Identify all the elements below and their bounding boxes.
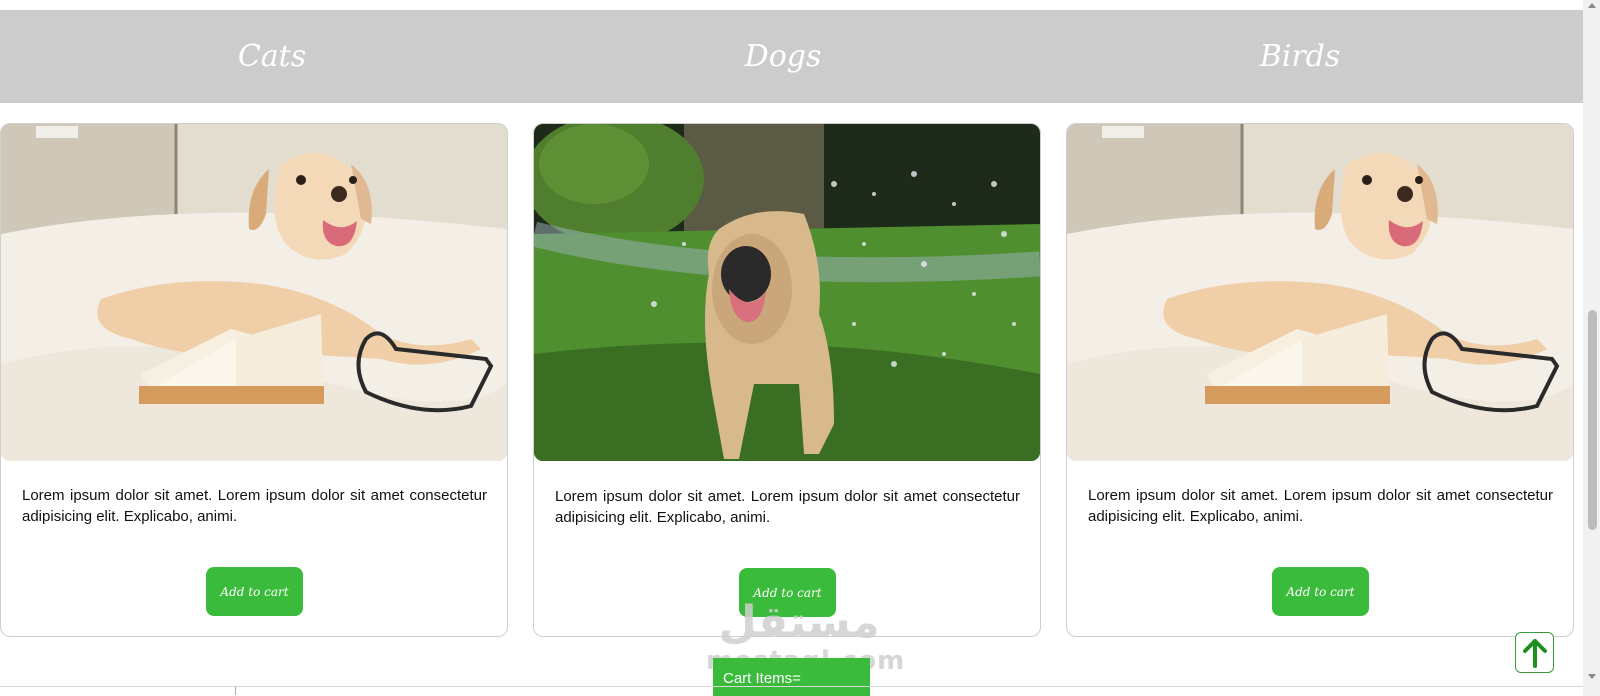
arrow-up-icon xyxy=(1522,638,1547,668)
dog-on-bed-image xyxy=(1067,124,1573,461)
card-description: Lorem ipsum dolor sit amet. Lorem ipsum … xyxy=(555,488,1020,526)
product-card: Lorem ipsum dolor sit amet. Lorem ipsum … xyxy=(533,123,1041,637)
cart-items-bar[interactable]: Cart Items= xyxy=(713,658,870,696)
scroll-to-top-button[interactable] xyxy=(1515,632,1554,673)
bottom-tick xyxy=(235,687,236,695)
dog-in-water-image xyxy=(534,124,1040,461)
product-card: Lorem ipsum dolor sit amet. Lorem ipsum … xyxy=(1066,123,1574,637)
category-tab-dogs[interactable]: Dogs xyxy=(683,10,883,103)
add-to-cart-button[interactable]: Add to cart xyxy=(206,567,303,616)
dog-on-bed-image xyxy=(1,124,507,461)
category-bar: Cats Dogs Birds xyxy=(0,10,1583,103)
card-description: Lorem ipsum dolor sit amet. Lorem ipsum … xyxy=(22,487,487,525)
category-tab-cats[interactable]: Cats xyxy=(172,10,372,103)
add-to-cart-button[interactable]: Add to cart xyxy=(739,568,836,617)
card-description: Lorem ipsum dolor sit amet. Lorem ipsum … xyxy=(1088,487,1553,525)
scroll-up-arrow-icon[interactable] xyxy=(1588,3,1596,8)
product-card: Lorem ipsum dolor sit amet. Lorem ipsum … xyxy=(0,123,508,637)
scrollbar-thumb[interactable] xyxy=(1588,310,1597,530)
scroll-down-arrow-icon[interactable] xyxy=(1588,674,1596,679)
add-to-cart-button[interactable]: Add to cart xyxy=(1272,567,1369,616)
top-strip xyxy=(0,0,1583,10)
vertical-scrollbar[interactable] xyxy=(1583,0,1600,696)
category-tab-birds[interactable]: Birds xyxy=(1200,10,1400,103)
bottom-divider xyxy=(0,686,1583,687)
page: Cats Dogs Birds Lorem ipsum dolor sit am… xyxy=(0,0,1600,696)
